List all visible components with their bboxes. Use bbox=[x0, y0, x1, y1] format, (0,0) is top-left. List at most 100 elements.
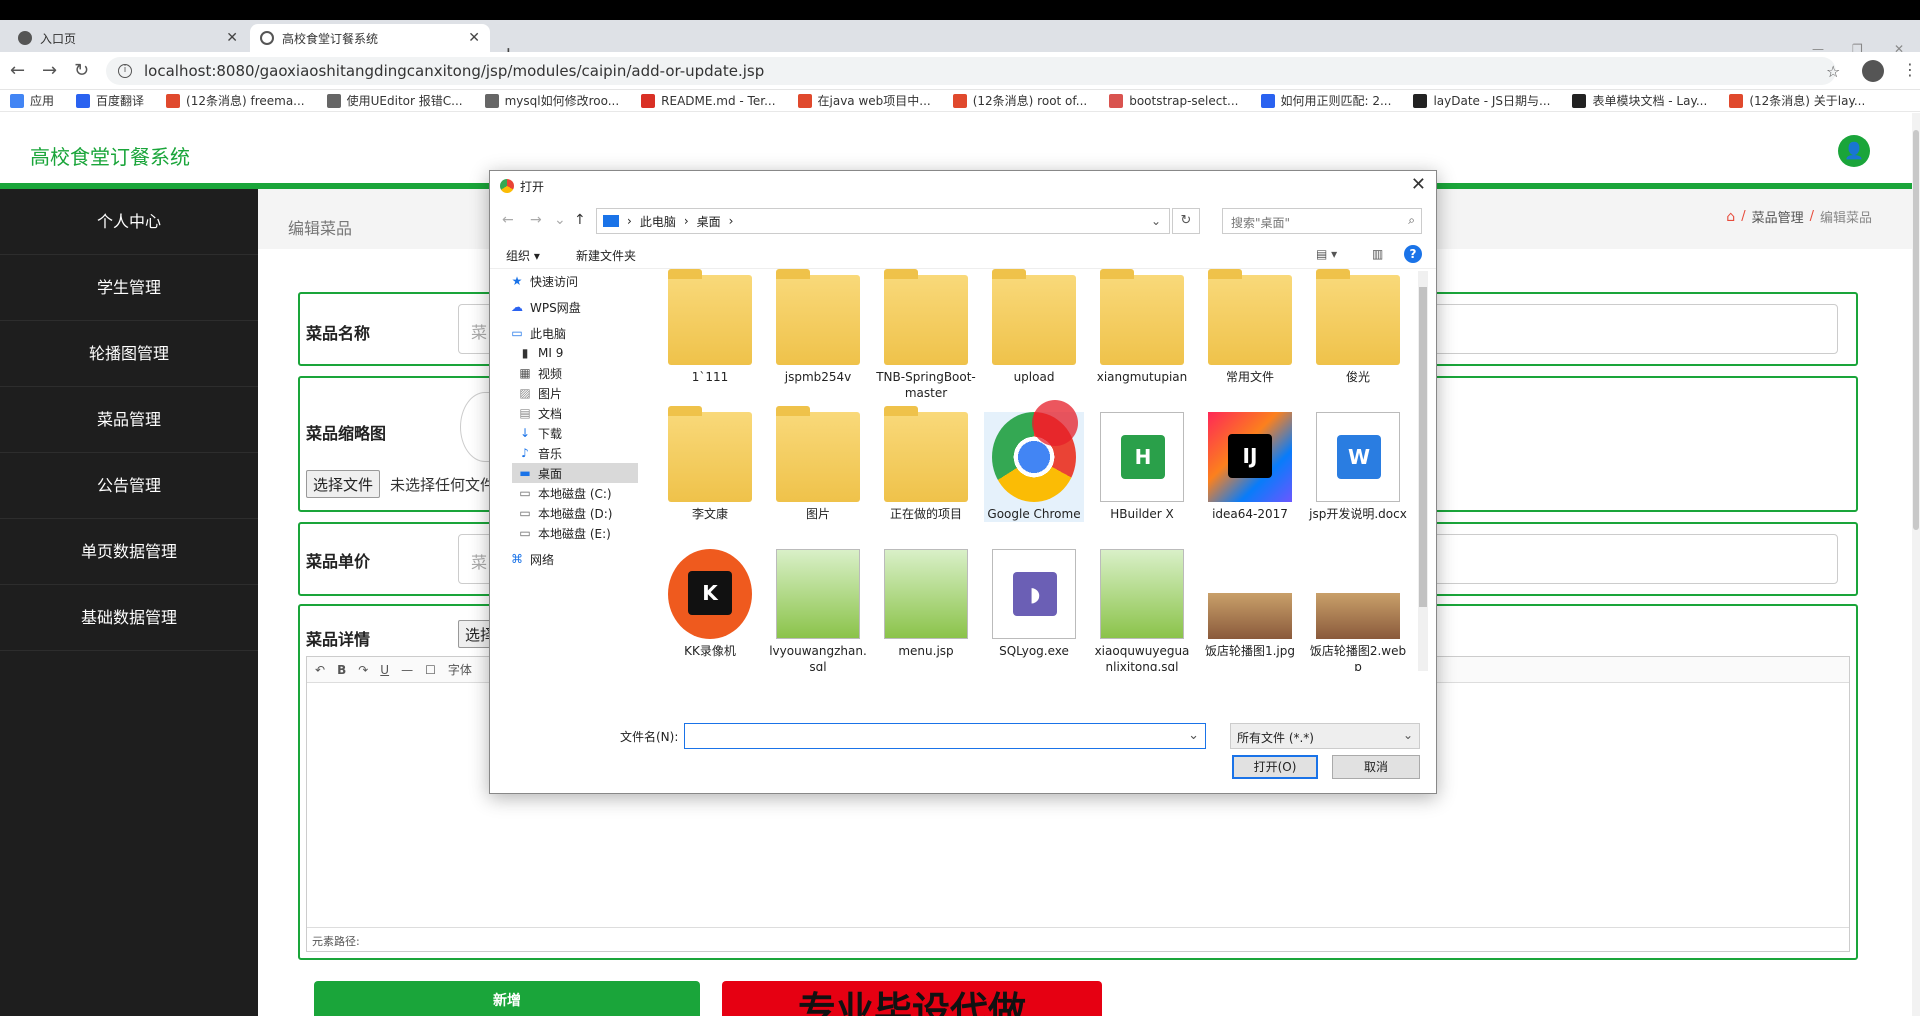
url-field[interactable]: i localhost:8080/gaoxiaoshitangdingcanxi… bbox=[106, 57, 1836, 85]
file-grid-scroll-thumb[interactable] bbox=[1419, 287, 1427, 607]
preview-pane-icon[interactable]: ▥ bbox=[1372, 247, 1383, 261]
refresh-icon[interactable]: ↻ bbox=[1172, 208, 1200, 234]
tree-item[interactable]: ⌘ 网络 bbox=[504, 549, 554, 569]
tree-item[interactable]: ☁ WPS网盘 bbox=[504, 297, 581, 317]
organize-button[interactable]: 组织 ▾ bbox=[506, 247, 540, 264]
view-options-icon[interactable]: ▤ ▾ bbox=[1316, 247, 1337, 261]
file-item[interactable]: xiaoquwuyeguanlixitong.sql bbox=[1092, 549, 1192, 671]
file-item[interactable]: 常用文件 bbox=[1200, 269, 1300, 385]
sidebar-item[interactable]: 基础数据管理 bbox=[0, 585, 258, 651]
user-icon[interactable]: 👤 bbox=[1838, 135, 1870, 167]
filename-input[interactable]: ⌄ bbox=[684, 723, 1206, 749]
bookmark-item[interactable]: README.md - Ter... bbox=[641, 93, 776, 108]
redo-icon[interactable]: ↷ bbox=[358, 663, 368, 677]
tree-item[interactable]: ▮ MI 9 bbox=[512, 343, 564, 363]
tree-item[interactable]: ▦ 视频 bbox=[512, 363, 562, 383]
bookmark-item[interactable]: 表单模块文档 - Lay... bbox=[1572, 92, 1707, 109]
reload-icon[interactable]: ↻ bbox=[74, 60, 89, 81]
bookmark-item[interactable]: 百度翻译 bbox=[76, 92, 144, 109]
forward-icon[interactable]: → bbox=[530, 212, 542, 228]
chevron-down-icon[interactable]: ⌄ bbox=[1188, 728, 1199, 743]
bookmark-item[interactable]: (12条消息) 关于lay... bbox=[1729, 92, 1865, 109]
bookmark-item[interactable]: bootstrap-select... bbox=[1109, 93, 1239, 108]
sidebar-item[interactable]: 个人中心 bbox=[0, 189, 258, 255]
add-button[interactable]: 新增 bbox=[314, 981, 700, 1016]
choose-file-button[interactable]: 选择文件 bbox=[306, 470, 381, 498]
up-icon[interactable]: ↑ bbox=[574, 212, 586, 228]
chevron-down-icon[interactable]: ⌄ bbox=[1151, 214, 1161, 228]
tab-canteen-system[interactable]: 高校食堂订餐系统 ✕ bbox=[250, 24, 490, 52]
sidebar-item[interactable]: 轮播图管理 bbox=[0, 321, 258, 387]
checkbox-icon[interactable]: ☐ bbox=[425, 663, 436, 677]
close-icon[interactable]: ✕ bbox=[1411, 174, 1426, 195]
bookmark-item[interactable]: (12条消息) root of... bbox=[952, 92, 1087, 109]
file-item[interactable]: H HBuilder X bbox=[1092, 412, 1192, 522]
tree-item[interactable]: ▤ 文档 bbox=[512, 403, 562, 423]
file-item[interactable]: jspmb254v bbox=[768, 269, 868, 385]
file-item[interactable]: Wjsp开发说明.docx bbox=[1308, 412, 1408, 522]
file-item[interactable]: K KK录像机 bbox=[660, 549, 760, 659]
file-item[interactable]: ◗ SQLyog.exe bbox=[984, 549, 1084, 659]
recent-dropdown-icon[interactable]: ⌄ bbox=[554, 212, 566, 228]
file-item[interactable]: upload bbox=[984, 269, 1084, 385]
bookmark-item[interactable]: mysql如何修改roo... bbox=[484, 92, 619, 109]
file-item[interactable]: 饭店轮播图2.webp bbox=[1308, 549, 1408, 671]
open-button[interactable]: 打开(O) bbox=[1232, 755, 1318, 779]
file-item[interactable]: xiangmutupian bbox=[1092, 269, 1192, 385]
chevron-down-icon[interactable]: ⌄ bbox=[1403, 728, 1413, 742]
page-scroll-thumb[interactable] bbox=[1913, 130, 1919, 530]
file-item[interactable]: 饭店轮播图1.jpg bbox=[1200, 549, 1300, 659]
breadcrumb-item[interactable]: 菜品管理 bbox=[1752, 207, 1804, 226]
tab-entry-page[interactable]: 入口页 ✕ bbox=[8, 24, 248, 52]
bookmark-item[interactable]: 在java web项目中... bbox=[797, 92, 931, 109]
profile-icon[interactable] bbox=[1862, 60, 1884, 82]
bookmark-item[interactable]: (12条消息) freema... bbox=[166, 92, 305, 109]
file-item[interactable]: lvyouwangzhan.sql bbox=[768, 549, 868, 671]
star-icon[interactable]: ☆ bbox=[1826, 62, 1840, 81]
font-select[interactable]: 字体 bbox=[448, 661, 472, 678]
horizontal-rule-icon[interactable]: — bbox=[401, 663, 413, 677]
file-item[interactable]: 正在做的项目 bbox=[876, 406, 976, 522]
path-field[interactable]: › 此电脑 › 桌面 › ⌄ bbox=[596, 208, 1170, 234]
file-item[interactable]: IJ idea64-2017 bbox=[1200, 412, 1300, 522]
tree-item[interactable]: ▬ 桌面 bbox=[512, 463, 638, 483]
search-input[interactable]: 搜索"桌面" ⌕ bbox=[1222, 208, 1422, 234]
new-folder-button[interactable]: 新建文件夹 bbox=[576, 247, 636, 264]
bookmark-item[interactable]: layDate - JS日期与... bbox=[1413, 92, 1550, 109]
tree-item[interactable]: ▭ 本地磁盘 (D:) bbox=[512, 503, 612, 523]
undo-icon[interactable]: ↶ bbox=[315, 663, 325, 677]
bookmark-item[interactable]: 应用 bbox=[10, 92, 54, 109]
file-item[interactable]: 图片 bbox=[768, 406, 868, 522]
tree-item[interactable]: ▨ 图片 bbox=[512, 383, 562, 403]
back-icon[interactable]: ← bbox=[10, 60, 25, 81]
menu-icon[interactable]: ⋮ bbox=[1902, 60, 1918, 79]
file-item[interactable]: menu.jsp bbox=[876, 549, 976, 659]
file-item[interactable]: 李文康 bbox=[660, 406, 760, 522]
underline-icon[interactable]: U bbox=[380, 663, 389, 677]
sidebar-item[interactable]: 学生管理 bbox=[0, 255, 258, 321]
tree-item[interactable]: ▭ 此电脑 bbox=[504, 323, 566, 343]
forward-icon[interactable]: → bbox=[42, 60, 57, 81]
cancel-button[interactable]: 取消 bbox=[1332, 755, 1420, 779]
file-item[interactable]: 1`111 bbox=[660, 269, 760, 385]
tree-item[interactable]: ↓ 下载 bbox=[512, 423, 562, 443]
bookmark-item[interactable]: 使用UEditor 报错C... bbox=[326, 92, 463, 109]
path-segment[interactable]: 桌面 bbox=[697, 213, 721, 230]
file-item[interactable]: TNB-SpringBoot-master bbox=[876, 269, 976, 401]
close-icon[interactable]: ✕ bbox=[226, 30, 238, 46]
sidebar-item[interactable]: 菜品管理 bbox=[0, 387, 258, 453]
back-icon[interactable]: ← bbox=[502, 212, 514, 228]
sidebar-item[interactable]: 公告管理 bbox=[0, 453, 258, 519]
help-icon[interactable]: ? bbox=[1404, 245, 1422, 263]
info-icon[interactable]: i bbox=[118, 64, 132, 78]
tree-item[interactable]: ★ 快速访问 bbox=[504, 271, 578, 291]
bold-icon[interactable]: B bbox=[337, 663, 346, 677]
tree-item[interactable]: ▭ 本地磁盘 (E:) bbox=[512, 523, 610, 543]
file-type-select[interactable]: 所有文件 (*.*) ⌄ bbox=[1230, 723, 1420, 749]
close-icon[interactable]: ✕ bbox=[468, 30, 480, 46]
sidebar-item[interactable]: 单页数据管理 bbox=[0, 519, 258, 585]
file-item[interactable]: 俊光 bbox=[1308, 269, 1408, 385]
home-icon[interactable]: ⌂ bbox=[1726, 209, 1735, 225]
tree-item[interactable]: ▭ 本地磁盘 (C:) bbox=[512, 483, 611, 503]
path-segment[interactable]: 此电脑 bbox=[640, 213, 676, 230]
